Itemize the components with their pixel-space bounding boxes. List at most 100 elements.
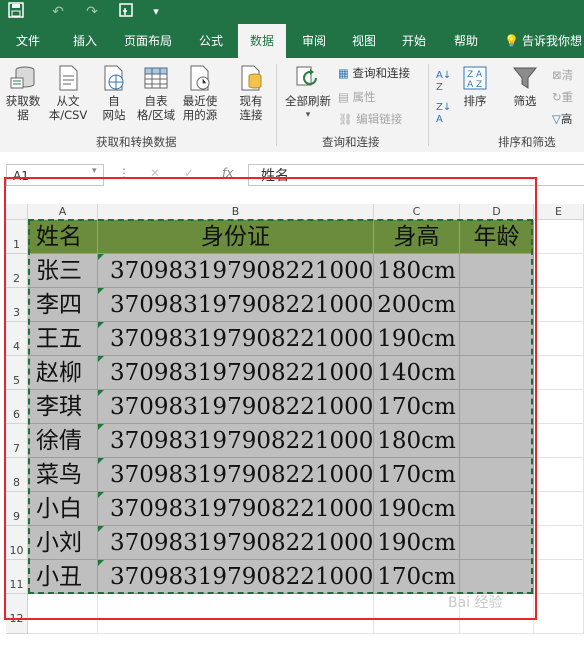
get-data-button[interactable]: 获取数 据 — [4, 64, 42, 122]
formula-input[interactable]: 姓名 — [248, 164, 584, 186]
table-cell[interactable] — [460, 288, 534, 322]
column-header-a[interactable]: A — [28, 204, 98, 220]
table-cell[interactable]: 菜鸟 — [28, 458, 98, 492]
table-cell[interactable]: 170cm — [374, 560, 460, 594]
empty-cell[interactable] — [534, 424, 584, 458]
table-cell[interactable]: 370983197908221000 — [98, 560, 374, 594]
edit-links-button[interactable]: ⛓ 编辑链接 — [338, 112, 402, 126]
row-header[interactable]: 5 — [6, 356, 28, 390]
from-csv-button[interactable]: 从文 本/CSV — [46, 64, 90, 122]
table-cell[interactable]: 140cm — [374, 356, 460, 390]
row-header[interactable]: 2 — [6, 254, 28, 288]
table-cell[interactable]: 李四 — [28, 288, 98, 322]
empty-cell[interactable] — [534, 492, 584, 526]
sort-button[interactable]: Z AA Z 排序 — [458, 64, 492, 108]
table-cell[interactable] — [460, 458, 534, 492]
row-header[interactable]: 6 — [6, 390, 28, 424]
table-cell[interactable]: 200cm — [374, 288, 460, 322]
tab-home[interactable]: 开始 — [392, 24, 436, 58]
empty-cell[interactable] — [28, 594, 98, 634]
table-cell[interactable] — [460, 254, 534, 288]
empty-cell[interactable] — [534, 220, 584, 254]
table-cell[interactable] — [460, 424, 534, 458]
redo-icon[interactable]: ↷ — [82, 2, 102, 22]
header-cell[interactable]: 身高 — [374, 220, 460, 254]
sort-za-icon[interactable]: Z↓ A — [436, 102, 451, 126]
table-cell[interactable]: 小白 — [28, 492, 98, 526]
table-cell[interactable]: 370983197908221000 — [98, 424, 374, 458]
tab-insert[interactable]: 插入 — [60, 24, 110, 58]
table-cell[interactable] — [460, 322, 534, 356]
table-cell[interactable]: 370983197908221000 — [98, 492, 374, 526]
advanced-filter-button[interactable]: ▽高 — [552, 112, 572, 126]
table-cell[interactable]: 王五 — [28, 322, 98, 356]
table-cell[interactable]: 370983197908221000 — [98, 288, 374, 322]
table-cell[interactable]: 赵柳 — [28, 356, 98, 390]
empty-cell[interactable] — [534, 458, 584, 492]
table-cell[interactable]: 190cm — [374, 526, 460, 560]
insert-function-icon[interactable]: fx — [222, 166, 233, 180]
row-header[interactable]: 1 — [6, 220, 28, 254]
column-header-e[interactable]: E — [534, 204, 584, 220]
table-cell[interactable]: 370983197908221000 — [98, 254, 374, 288]
table-cell[interactable]: 170cm — [374, 458, 460, 492]
table-cell[interactable]: 190cm — [374, 322, 460, 356]
from-web-button[interactable]: 自 网站 — [96, 64, 132, 122]
row-header[interactable]: 11 — [6, 560, 28, 594]
table-cell[interactable]: 李琪 — [28, 390, 98, 424]
cancel-icon[interactable]: ✕ — [150, 166, 160, 180]
tab-review[interactable]: 审阅 — [292, 24, 336, 58]
row-header[interactable]: 12 — [6, 594, 28, 634]
recent-sources-button[interactable]: 最近使 用的源 — [178, 64, 222, 122]
row-header[interactable]: 10 — [6, 526, 28, 560]
tab-file[interactable]: 文件 — [4, 24, 52, 58]
table-cell[interactable] — [460, 526, 534, 560]
table-cell[interactable]: 170cm — [374, 390, 460, 424]
tab-help[interactable]: 帮助 — [444, 24, 488, 58]
table-cell[interactable]: 370983197908221000 — [98, 458, 374, 492]
refresh-all-button[interactable]: 全部刷新 ▾ — [282, 64, 334, 122]
row-header[interactable]: 7 — [6, 424, 28, 458]
table-cell[interactable]: 张三 — [28, 254, 98, 288]
select-all-corner[interactable] — [6, 204, 28, 220]
undo-icon[interactable]: ↶ — [48, 2, 68, 22]
empty-cell[interactable] — [534, 594, 584, 634]
header-cell[interactable]: 年龄 — [460, 220, 534, 254]
table-cell[interactable]: 370983197908221000 — [98, 322, 374, 356]
properties-button[interactable]: ▤ 属性 — [338, 90, 376, 104]
existing-connections-button[interactable]: 现有 连接 — [232, 64, 270, 122]
save-icon[interactable] — [6, 2, 26, 22]
empty-cell[interactable] — [534, 390, 584, 424]
header-cell[interactable]: 姓名 — [28, 220, 98, 254]
table-cell[interactable]: 190cm — [374, 492, 460, 526]
table-cell[interactable]: 徐倩 — [28, 424, 98, 458]
empty-cell[interactable] — [534, 254, 584, 288]
column-header-d[interactable]: D — [460, 204, 534, 220]
empty-cell[interactable] — [98, 594, 374, 634]
queries-connections-button[interactable]: ▦ 查询和连接 — [338, 66, 410, 80]
row-header[interactable]: 3 — [6, 288, 28, 322]
row-header[interactable]: 9 — [6, 492, 28, 526]
table-cell[interactable]: 370983197908221000 — [98, 390, 374, 424]
table-cell[interactable] — [460, 560, 534, 594]
confirm-icon[interactable]: ✓ — [184, 166, 194, 180]
empty-cell[interactable] — [534, 288, 584, 322]
table-cell[interactable]: 180cm — [374, 424, 460, 458]
from-table-button[interactable]: 自表 格/区域 — [134, 64, 178, 122]
clear-filter-button[interactable]: ⊠清 — [552, 68, 573, 82]
empty-cell[interactable] — [534, 560, 584, 594]
tab-formulas[interactable]: 公式 — [188, 24, 234, 58]
touch-mode-icon[interactable] — [116, 2, 136, 22]
table-cell[interactable]: 180cm — [374, 254, 460, 288]
column-header-b[interactable]: B — [98, 204, 374, 220]
sort-az-icon[interactable]: A↓ Z — [436, 70, 451, 94]
table-cell[interactable] — [460, 390, 534, 424]
tab-page-layout[interactable]: 页面布局 — [116, 24, 180, 58]
table-cell[interactable]: 370983197908221000 — [98, 526, 374, 560]
table-cell[interactable] — [460, 492, 534, 526]
table-cell[interactable]: 小刘 — [28, 526, 98, 560]
filter-button[interactable]: 筛选 — [506, 64, 544, 108]
empty-cell[interactable] — [534, 322, 584, 356]
tab-view[interactable]: 视图 — [342, 24, 386, 58]
chevron-down-icon[interactable]: ▾ — [92, 166, 97, 176]
